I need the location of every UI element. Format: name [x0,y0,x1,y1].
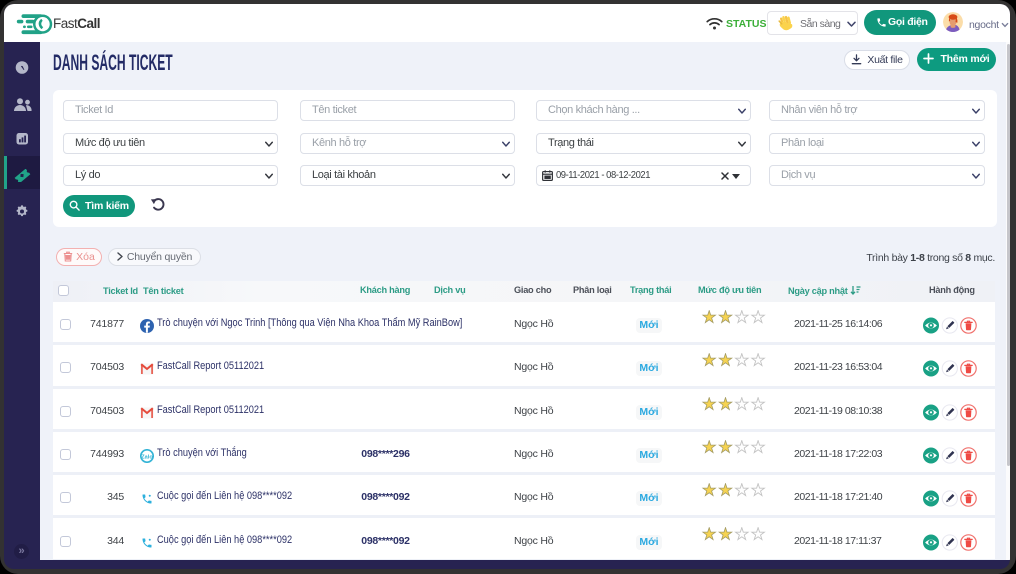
svg-text:Zalo: Zalo [141,454,153,460]
